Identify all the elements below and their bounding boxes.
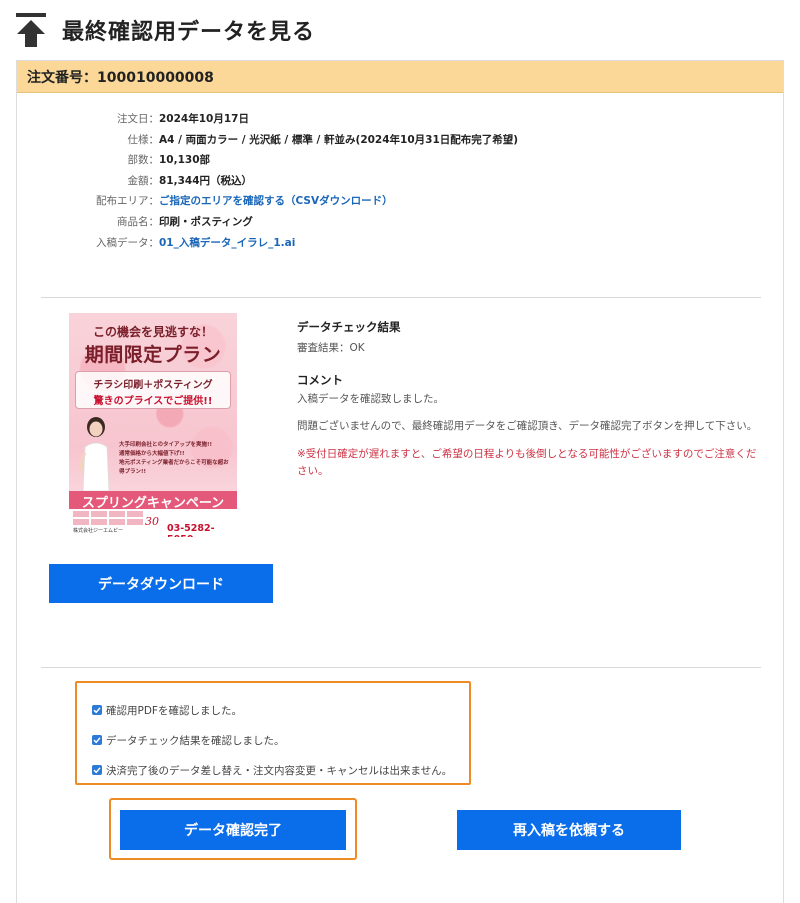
order-info-table: 注文日： 2024年10月17日 仕様： A4 / 両面カラー / 光沢紙 / … [65,109,518,253]
info-label: 金額： [127,174,160,187]
divider [41,667,761,668]
info-label: 注文日： [117,113,159,125]
flyer-headline: この機会を見逃すな！ [92,325,213,339]
page-title: 最終確認用データを見る [62,20,316,45]
flyer-offer-line: チラシ印刷＋ポスティング [93,380,213,391]
flyer-offer-box: チラシ印刷＋ポスティング 驚きのプライスでご提供!! [75,371,231,409]
info-value: 81,344円（税込） [159,174,253,187]
data-confirm-complete-button[interactable]: データ確認完了 [120,810,346,850]
checkbox-checked[interactable] [92,765,102,775]
info-value: 10,130部 [159,154,211,167]
comment-text: 入稿データを確認致しました。 [297,392,444,405]
info-label: 配布エリア： [96,195,159,208]
confirm-no-changes-checkbox-row[interactable]: 決済完了後のデータ差し替え・注文内容変更・キャンセルは出来ません。 [77,755,469,785]
info-row-area: 配布エリア： ご指定のエリアを確認する（CSVダウンロード） [65,191,518,212]
info-value: 2024年10月17日 [159,113,249,125]
info-value: 印刷・ポスティング [159,215,253,228]
info-row-order-date: 注文日： 2024年10月17日 [65,109,518,130]
info-label: 仕様： [127,133,160,146]
check-result-title: データチェック結果 [297,320,401,334]
flyer-bullet-list: 大手印刷会社とのタイアップを実施!! 通常価格から大幅値下げ!! 地元ポスティン… [119,441,231,477]
flyer-company-name: 株式会社ジーエムピー [73,528,124,534]
checkbox-label: データチェック結果を確認しました。 [106,734,285,747]
flyer-bullet: 通常価格から大幅値下げ!! [119,451,185,457]
upload-icon [16,13,46,47]
info-row-submitted-data: 入稿データ： 01_入稿データ_イラレ_1.ai [65,233,518,254]
comment-text: 問題ございませんので、最終確認用データをご確認頂き、データ確認完了ボタンを押して… [297,420,758,432]
info-row-spec: 仕様： A4 / 両面カラー / 光沢紙 / 標準 / 軒並み(2024年10月… [65,130,519,151]
flyer-anniversary-mark: 30 [145,515,159,528]
order-number-bar: 注文番号：100010000008 [17,61,783,93]
info-row-product: 商品名： 印刷・ポスティング [65,212,518,233]
info-label: 商品名： [117,215,159,228]
checkbox-checked[interactable] [92,735,102,745]
info-value: A4 / 両面カラー / 光沢紙 / 標準 / 軒並み(2024年10月31日配… [159,133,519,146]
flyer-price-line: 驚きのプライスでご提供!! [93,396,213,407]
info-row-amount: 金額： 81,344円（税込） [65,171,518,192]
flyer-bullet: 大手印刷会社とのタイアップを実施!! [119,442,212,448]
flyer-price-table [73,511,143,525]
deadline-warning: ※受付日確定が遅れますと、ご希望の日程よりも後倒しとなる可能性がございますのでご… [297,447,757,478]
checkbox-checked[interactable] [92,705,102,715]
checkbox-label: 決済完了後のデータ差し替え・注文内容変更・キャンセルは出来ません。 [106,764,453,777]
order-number: 注文番号：100010000008 [27,69,214,86]
request-resubmission-button[interactable]: 再入稿を依頼する [457,810,681,850]
order-panel: 注文番号：100010000008 注文日： 2024年10月17日 仕様： A… [16,60,784,903]
flyer-footer: 株式会社ジーエムピー 30 03-5282-5050 [69,509,237,537]
flyer-bullet: 地元ポスティング業者だからこそ可能な超お得プラン!! [119,460,229,475]
comment-title: コメント [297,372,343,387]
data-check-result: データチェック結果 審査結果：OK コメント 入稿データを確認致しました。 問題… [297,319,759,481]
flyer-main-headline: 期間限定プラン [84,344,222,366]
confirmation-checklist: 確認用PDFを確認しました。 データチェック結果を確認しました。 決済完了後のデ… [75,681,471,785]
confirm-check-result-checkbox-row[interactable]: データチェック結果を確認しました。 [77,725,469,755]
flyer-phone-number: 03-5282-5050 [167,523,215,537]
area-csv-download-link[interactable]: ご指定のエリアを確認する（CSVダウンロード） [159,191,393,212]
info-row-quantity: 部数： 10,130部 [65,150,518,171]
person-illustration [75,413,117,492]
divider [41,297,761,298]
info-label: 入稿データ： [96,236,159,249]
info-label: 部数： [127,154,160,167]
flyer-preview-image: この機会を見逃すな！ 期間限定プラン チラシ印刷＋ポスティング 驚きのプライスで… [69,313,237,537]
check-result-status: 審査結果：OK [297,342,365,354]
confirm-pdf-checkbox-row[interactable]: 確認用PDFを確認しました。 [77,695,469,725]
submitted-data-file-link[interactable]: 01_入稿データ_イラレ_1.ai [159,233,295,254]
page-header: 最終確認用データを見る [16,10,315,50]
data-download-button[interactable]: データダウンロード [49,564,273,603]
checkbox-label: 確認用PDFを確認しました。 [106,704,242,717]
